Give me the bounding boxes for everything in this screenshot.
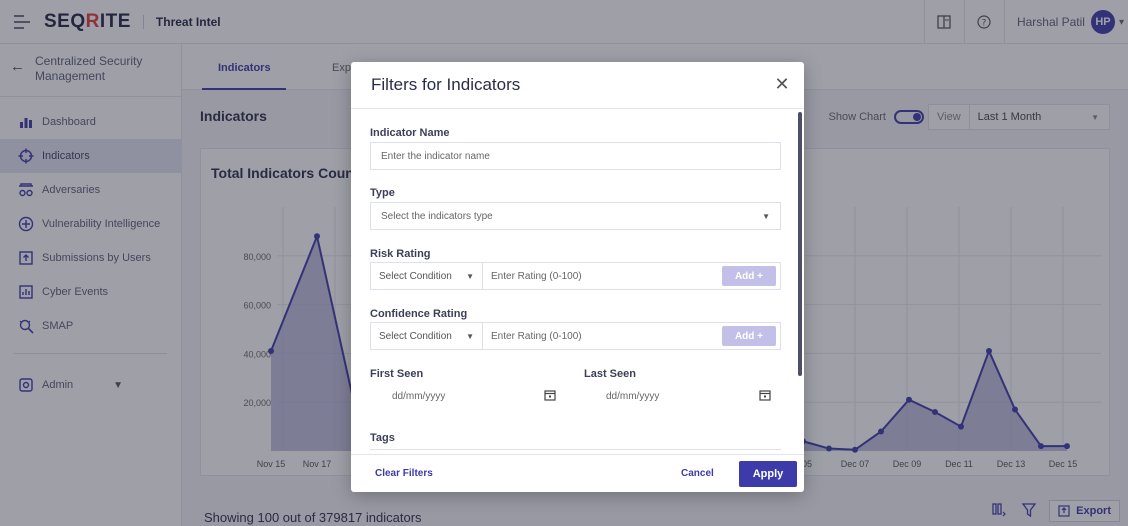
chevron-down-icon: ▼: [466, 331, 474, 341]
chevron-down-icon: ▼: [466, 271, 474, 281]
type-placeholder: Select the indicators type: [381, 210, 493, 222]
last-seen-label: Last Seen: [584, 368, 636, 380]
clear-filters-link[interactable]: Clear Filters: [375, 468, 433, 479]
chevron-down-icon: ▼: [762, 211, 770, 221]
confidence-rating-label: Confidence Rating: [370, 308, 468, 320]
modal-body: Indicator Name Enter the indicator name …: [351, 110, 804, 456]
type-label: Type: [370, 187, 395, 199]
close-icon[interactable]: ✕: [772, 74, 792, 94]
calendar-icon[interactable]: [759, 389, 771, 404]
risk-rating-field: Select Condition ▼ Enter Rating (0-100) …: [370, 262, 781, 290]
filters-modal: Filters for Indicators ✕ Indicator Name …: [351, 62, 804, 492]
modal-scrollbar[interactable]: [798, 112, 802, 376]
last-seen-placeholder: dd/mm/yyyy: [606, 390, 660, 402]
indicator-name-input[interactable]: Enter the indicator name: [370, 142, 781, 170]
confidence-rating-input[interactable]: Enter Rating (0-100): [483, 331, 722, 342]
tags-input-edge: [370, 449, 781, 450]
confidence-condition-value: Select Condition: [379, 330, 452, 342]
apply-button[interactable]: Apply: [739, 461, 797, 487]
risk-rating-input[interactable]: Enter Rating (0-100): [483, 271, 722, 282]
confidence-add-button[interactable]: Add +: [722, 326, 776, 346]
risk-condition-value: Select Condition: [379, 270, 452, 282]
risk-rating-label: Risk Rating: [370, 248, 431, 260]
confidence-condition-select[interactable]: Select Condition ▼: [371, 323, 483, 349]
indicator-name-label: Indicator Name: [370, 127, 450, 139]
type-select[interactable]: Select the indicators type ▼: [370, 202, 781, 230]
first-seen-label: First Seen: [370, 368, 424, 380]
risk-add-button[interactable]: Add +: [722, 266, 776, 286]
calendar-icon[interactable]: [544, 389, 556, 404]
risk-condition-select[interactable]: Select Condition ▼: [371, 263, 483, 289]
cancel-button[interactable]: Cancel: [681, 468, 714, 479]
first-seen-placeholder: dd/mm/yyyy: [392, 390, 446, 402]
confidence-rating-field: Select Condition ▼ Enter Rating (0-100) …: [370, 322, 781, 350]
first-seen-input[interactable]: dd/mm/yyyy: [370, 382, 566, 410]
modal-title: Filters for Indicators: [371, 75, 521, 94]
tags-label: Tags: [370, 432, 395, 444]
last-seen-input[interactable]: dd/mm/yyyy: [584, 382, 781, 410]
modal-footer: Clear Filters Cancel Apply: [351, 454, 804, 492]
